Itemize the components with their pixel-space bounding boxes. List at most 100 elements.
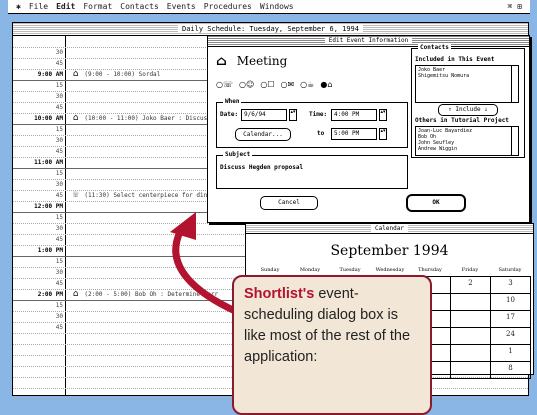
weekday-label: Monday bbox=[299, 267, 321, 273]
caption-highlight: Shortlist's bbox=[244, 286, 315, 302]
start-time-field[interactable]: 4:00 PM bbox=[331, 109, 377, 121]
when-legend: When bbox=[223, 98, 242, 105]
event-type-phone[interactable]: ○☏ bbox=[216, 80, 233, 89]
calendar-day-cell[interactable] bbox=[451, 328, 491, 345]
schedule-title: Daily Schedule: Tuesday, September 6, 19… bbox=[177, 25, 363, 33]
event-label: (11:30) Select centerpiece for dinner p bbox=[84, 192, 226, 199]
apple-menu-icon[interactable]: ✱ bbox=[16, 0, 21, 13]
time-label: 15 bbox=[55, 126, 63, 133]
menu-windows[interactable]: Windows bbox=[260, 0, 294, 13]
calendar-day-cell[interactable] bbox=[451, 311, 491, 328]
time-label: Time: bbox=[309, 111, 328, 118]
event-title-text: Meeting bbox=[236, 54, 288, 68]
time-label: 15 bbox=[55, 214, 63, 221]
weekday-label: Saturday bbox=[498, 267, 522, 273]
contacts-legend: Contacts bbox=[418, 44, 451, 51]
calendar-title: Calendar bbox=[371, 225, 408, 232]
subject-field[interactable]: Discuss Hegden proposal bbox=[220, 164, 303, 171]
calendar-day-cell[interactable]: 10 bbox=[491, 294, 531, 311]
subject-group: Subject Discuss Hegden proposal bbox=[216, 151, 408, 189]
event-label: (9:00 - 10:00) Sordal bbox=[84, 71, 161, 78]
edit-event-dialog: Edit Event Information ⌂ Meeting ○☏ ○☺ ○… bbox=[207, 35, 530, 223]
event-type-options: ○☏ ○☺ ○☐ ○✉ ○☕ ●⌂ bbox=[216, 80, 332, 89]
event-type-mail[interactable]: ○✉ bbox=[280, 80, 294, 89]
time-label: 30 bbox=[55, 93, 63, 100]
included-list[interactable]: Joko Baer Shigemitsu Nomura bbox=[415, 65, 519, 103]
calendar-day-cell[interactable] bbox=[451, 362, 491, 379]
event-title: ⌂ Meeting bbox=[216, 54, 287, 69]
cancel-button[interactable]: Cancel bbox=[260, 196, 318, 210]
time-label: 45 bbox=[55, 148, 63, 155]
screen-frame: ✱ File Edit Format Contacts Events Proce… bbox=[0, 0, 537, 415]
start-time-stepper[interactable]: ▴▾ bbox=[379, 109, 387, 121]
calendar-day-cell[interactable]: 1 bbox=[491, 345, 531, 362]
time-label: 30 bbox=[55, 225, 63, 232]
contacts-group: Contacts Included in This Event Joko Bae… bbox=[411, 44, 525, 158]
time-label: 45 bbox=[55, 104, 63, 111]
date-field[interactable]: 9/6/94 bbox=[241, 109, 287, 121]
calendar-month: September 1994 bbox=[330, 243, 449, 259]
calendar-day-cell[interactable]: 8 bbox=[491, 362, 531, 379]
weekday-label: Wednesday bbox=[375, 267, 405, 273]
event-type-meal[interactable]: ○☕ bbox=[300, 80, 314, 89]
dialog-title: Edit Event Information bbox=[324, 37, 413, 44]
dialog-title-bar[interactable]: Edit Event Information bbox=[208, 36, 529, 47]
menu-events[interactable]: Events bbox=[167, 0, 196, 13]
event-label: (2:00 - 5:00) Bob Oh : Determine tarr bbox=[84, 291, 219, 298]
time-label: 15 bbox=[55, 170, 63, 177]
meeting-icon: ⌂ bbox=[73, 113, 79, 123]
time-label: 2:00 PM bbox=[37, 291, 63, 298]
schedule-event[interactable]: ⌂ (2:00 - 5:00) Bob Oh : Determine tarr bbox=[73, 289, 218, 300]
date-label: Date: bbox=[220, 111, 239, 118]
caption-callout: Shortlist's event-scheduling dialog box … bbox=[232, 275, 432, 415]
schedule-event[interactable]: ⌂ (10:00 - 11:00) Joko Baer : Discuss p bbox=[73, 113, 218, 124]
calendar-day-cell[interactable]: 24 bbox=[491, 328, 531, 345]
calendar-day-cell[interactable]: 3 bbox=[491, 277, 531, 294]
event-type-task[interactable]: ○☐ bbox=[260, 80, 274, 89]
calendar-day-cell[interactable]: 17 bbox=[491, 311, 531, 328]
menu-edit[interactable]: Edit bbox=[56, 0, 75, 13]
end-time-stepper[interactable]: ▴▾ bbox=[379, 128, 387, 140]
others-scrollbar[interactable] bbox=[511, 127, 518, 155]
schedule-event[interactable]: ⌂ (9:00 - 10:00) Sordal bbox=[73, 69, 160, 80]
when-group: When Date: 9/6/94 ▴▾ Time: 4:00 PM ▴▾ Ca… bbox=[216, 98, 408, 148]
calendar-title-bar[interactable]: Calendar bbox=[246, 224, 533, 234]
included-scrollbar[interactable] bbox=[511, 66, 518, 102]
down-arrow-icon: ⇓ bbox=[484, 106, 488, 113]
time-label: 12:00 PM bbox=[34, 203, 63, 210]
included-label: Included in This Event bbox=[415, 56, 495, 63]
calendar-button[interactable]: Calendar... bbox=[235, 128, 291, 141]
menubar-status-icons[interactable]: ⌘ ⊞ bbox=[508, 0, 522, 13]
others-list[interactable]: Joan-Luc Bayardiez Bob Oh John Seufley A… bbox=[415, 126, 519, 156]
calendar-day-cell[interactable] bbox=[451, 294, 491, 311]
weekday-label: Tuesday bbox=[339, 267, 361, 273]
menu-procedures[interactable]: Procedures bbox=[204, 0, 252, 13]
menu-file[interactable]: File bbox=[29, 0, 48, 13]
calendar-day-cell[interactable] bbox=[451, 345, 491, 362]
end-time-field[interactable]: 5:00 PM bbox=[331, 128, 377, 140]
event-type-person[interactable]: ○☺ bbox=[239, 80, 254, 89]
include-button[interactable]: ⇑ Include ⇓ bbox=[438, 104, 498, 116]
event-label: (10:00 - 11:00) Joko Baer : Discuss p bbox=[84, 115, 219, 122]
weekday-label: Sunday bbox=[260, 267, 280, 273]
ok-button[interactable]: OK bbox=[406, 194, 466, 212]
phone-icon: ☏ bbox=[73, 190, 79, 200]
menu-format[interactable]: Format bbox=[83, 0, 112, 13]
date-stepper[interactable]: ▴▾ bbox=[289, 109, 297, 121]
calendar-weekdays: Sunday Monday Tuesday Wednesday Thursday Frid… bbox=[250, 267, 530, 273]
included-item[interactable]: Shigemitsu Nomura bbox=[418, 73, 516, 79]
calendar-day-cell[interactable]: 2 bbox=[451, 277, 491, 294]
time-label: 15 bbox=[55, 302, 63, 309]
menu-bar: ✱ File Edit Format Contacts Events Proce… bbox=[8, 0, 530, 14]
event-type-meeting[interactable]: ●⌂ bbox=[320, 80, 332, 89]
event-type-icon: ⌂ bbox=[216, 54, 227, 69]
time-label: 45 bbox=[55, 324, 63, 331]
time-label: 11:00 AM bbox=[34, 159, 63, 166]
menu-contacts[interactable]: Contacts bbox=[120, 0, 159, 13]
weekday-label: Thursday bbox=[418, 267, 442, 273]
time-label: 15 bbox=[55, 258, 63, 265]
weekday-label: Friday bbox=[461, 267, 479, 273]
others-item[interactable]: Andrew Wiggin bbox=[418, 146, 516, 152]
time-label: 9:00 AM bbox=[37, 71, 63, 78]
schedule-event[interactable]: ☏ (11:30) Select centerpiece for dinner p bbox=[73, 190, 225, 201]
